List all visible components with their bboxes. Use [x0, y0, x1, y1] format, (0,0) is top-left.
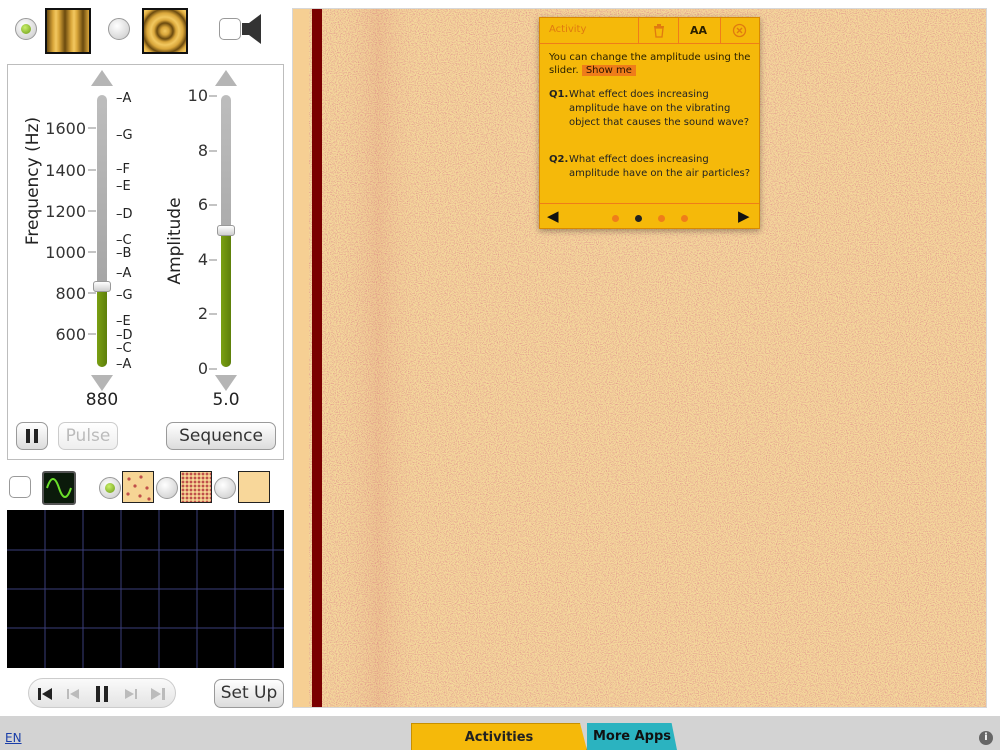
- plain-background-icon[interactable]: [238, 471, 270, 503]
- question-2-text: What effect does increasing amplitude ha…: [569, 154, 751, 179]
- waveform-icon[interactable]: [42, 471, 76, 505]
- info-icon[interactable]: i: [979, 731, 993, 745]
- note-label: A: [122, 266, 132, 281]
- control-panel: Frequency (Hz) 1600 1400 1200 1000 800 6…: [7, 64, 284, 460]
- frequency-down-arrow[interactable]: [91, 375, 113, 391]
- previous-page-button[interactable]: ◀: [547, 207, 559, 225]
- note-label: E: [122, 179, 131, 194]
- sine-wave-icon: [46, 478, 72, 498]
- dense-particles-radio[interactable]: [156, 477, 178, 499]
- page-dot[interactable]: [658, 215, 665, 222]
- fast-forward-icon[interactable]: [150, 686, 166, 702]
- note-label: B: [122, 246, 132, 261]
- note-label: E: [122, 314, 131, 329]
- sparse-particles-dots: [126, 475, 151, 501]
- oscilloscope-screen: [7, 510, 284, 668]
- page-dot[interactable]: [681, 215, 688, 222]
- step-back-icon[interactable]: [65, 686, 81, 702]
- frequency-slider-handle[interactable]: [93, 281, 111, 293]
- activity-intro: You can change the amplitude using the s…: [549, 51, 754, 77]
- amplitude-tick: 2: [197, 304, 208, 323]
- playback-controls: [28, 678, 176, 708]
- note-label: A: [122, 357, 132, 372]
- pause-button[interactable]: [16, 422, 48, 450]
- note-label: C: [122, 341, 132, 356]
- note-label: F: [122, 162, 130, 177]
- sound-source-bar: [312, 9, 322, 707]
- frequency-slider-fill: [97, 287, 107, 367]
- sparse-particles-icon[interactable]: [122, 471, 154, 503]
- tab-more-apps[interactable]: More Apps: [587, 723, 677, 750]
- next-page-button[interactable]: ▶: [738, 207, 750, 225]
- pause-icon[interactable]: [93, 685, 111, 703]
- sound-checkbox[interactable]: [219, 18, 241, 40]
- note-label: A: [122, 91, 132, 106]
- frequency-tick: 1400: [45, 161, 86, 180]
- language-link[interactable]: EN: [5, 731, 22, 745]
- show-me-button[interactable]: Show me: [581, 65, 636, 76]
- amplitude-tick: 8: [197, 141, 208, 160]
- page-dot[interactable]: [612, 215, 619, 222]
- point-source-icon[interactable]: [142, 8, 188, 54]
- point-source-radio[interactable]: [108, 18, 130, 40]
- note-label: D: [122, 207, 133, 222]
- note-label: G: [122, 288, 133, 303]
- frequency-tick: 1000: [45, 243, 86, 262]
- frequency-tick: 600: [55, 325, 86, 344]
- question-1-label: Q1.: [549, 89, 569, 100]
- amplitude-up-arrow[interactable]: [215, 70, 237, 86]
- question-2: Q2. What effect does increasing amplitud…: [549, 153, 754, 181]
- frequency-tick: 1600: [45, 119, 86, 138]
- speaker-icon: [242, 14, 261, 44]
- amplitude-slider-handle[interactable]: [217, 225, 235, 236]
- trash-icon[interactable]: [652, 23, 666, 38]
- plane-wave-source-icon[interactable]: [45, 8, 91, 54]
- amplitude-tick: 0: [197, 359, 208, 378]
- pause-icon: [26, 429, 38, 443]
- tab-activities[interactable]: Activities: [411, 723, 587, 750]
- sparse-particles-radio[interactable]: [99, 477, 121, 499]
- amplitude-tick: 6: [197, 195, 208, 214]
- dense-particles-icon[interactable]: [180, 471, 212, 503]
- activity-panel: Activity AA You can change the amplitude…: [539, 17, 760, 229]
- text-size-button[interactable]: AA: [690, 24, 707, 37]
- plane-source-radio[interactable]: [15, 18, 37, 40]
- activity-title: Activity: [549, 24, 587, 35]
- note-label: G: [122, 128, 133, 143]
- plain-background-radio[interactable]: [214, 477, 236, 499]
- question-2-label: Q2.: [549, 154, 569, 165]
- amplitude-tick: 10: [187, 86, 208, 105]
- page-dot-current[interactable]: [635, 215, 642, 222]
- amplitude-readout: 5.0: [212, 390, 240, 410]
- pulse-button[interactable]: Pulse: [58, 422, 118, 450]
- rewind-icon[interactable]: [37, 686, 53, 702]
- close-icon[interactable]: [732, 23, 747, 38]
- amplitude-tick: 4: [197, 250, 208, 269]
- amplitude-down-arrow[interactable]: [215, 375, 237, 391]
- activity-header: Activity AA: [540, 18, 759, 44]
- question-1: Q1. What effect does increasing amplitud…: [549, 88, 754, 130]
- amplitude-slider-fill: [221, 231, 231, 367]
- oscilloscope-checkbox[interactable]: [9, 476, 31, 498]
- setup-button[interactable]: Set Up: [214, 679, 284, 708]
- frequency-readout: 880: [85, 390, 119, 410]
- oscilloscope-grid: [7, 510, 284, 668]
- frequency-tick: 1200: [45, 202, 86, 221]
- step-forward-icon[interactable]: [123, 686, 139, 702]
- frequency-tick: 800: [55, 284, 86, 303]
- frequency-up-arrow[interactable]: [91, 70, 113, 86]
- question-1-text: What effect does increasing amplitude ha…: [569, 89, 749, 128]
- activity-intro-text: You can change the amplitude using the s…: [549, 52, 751, 76]
- sequence-button[interactable]: Sequence: [166, 422, 276, 450]
